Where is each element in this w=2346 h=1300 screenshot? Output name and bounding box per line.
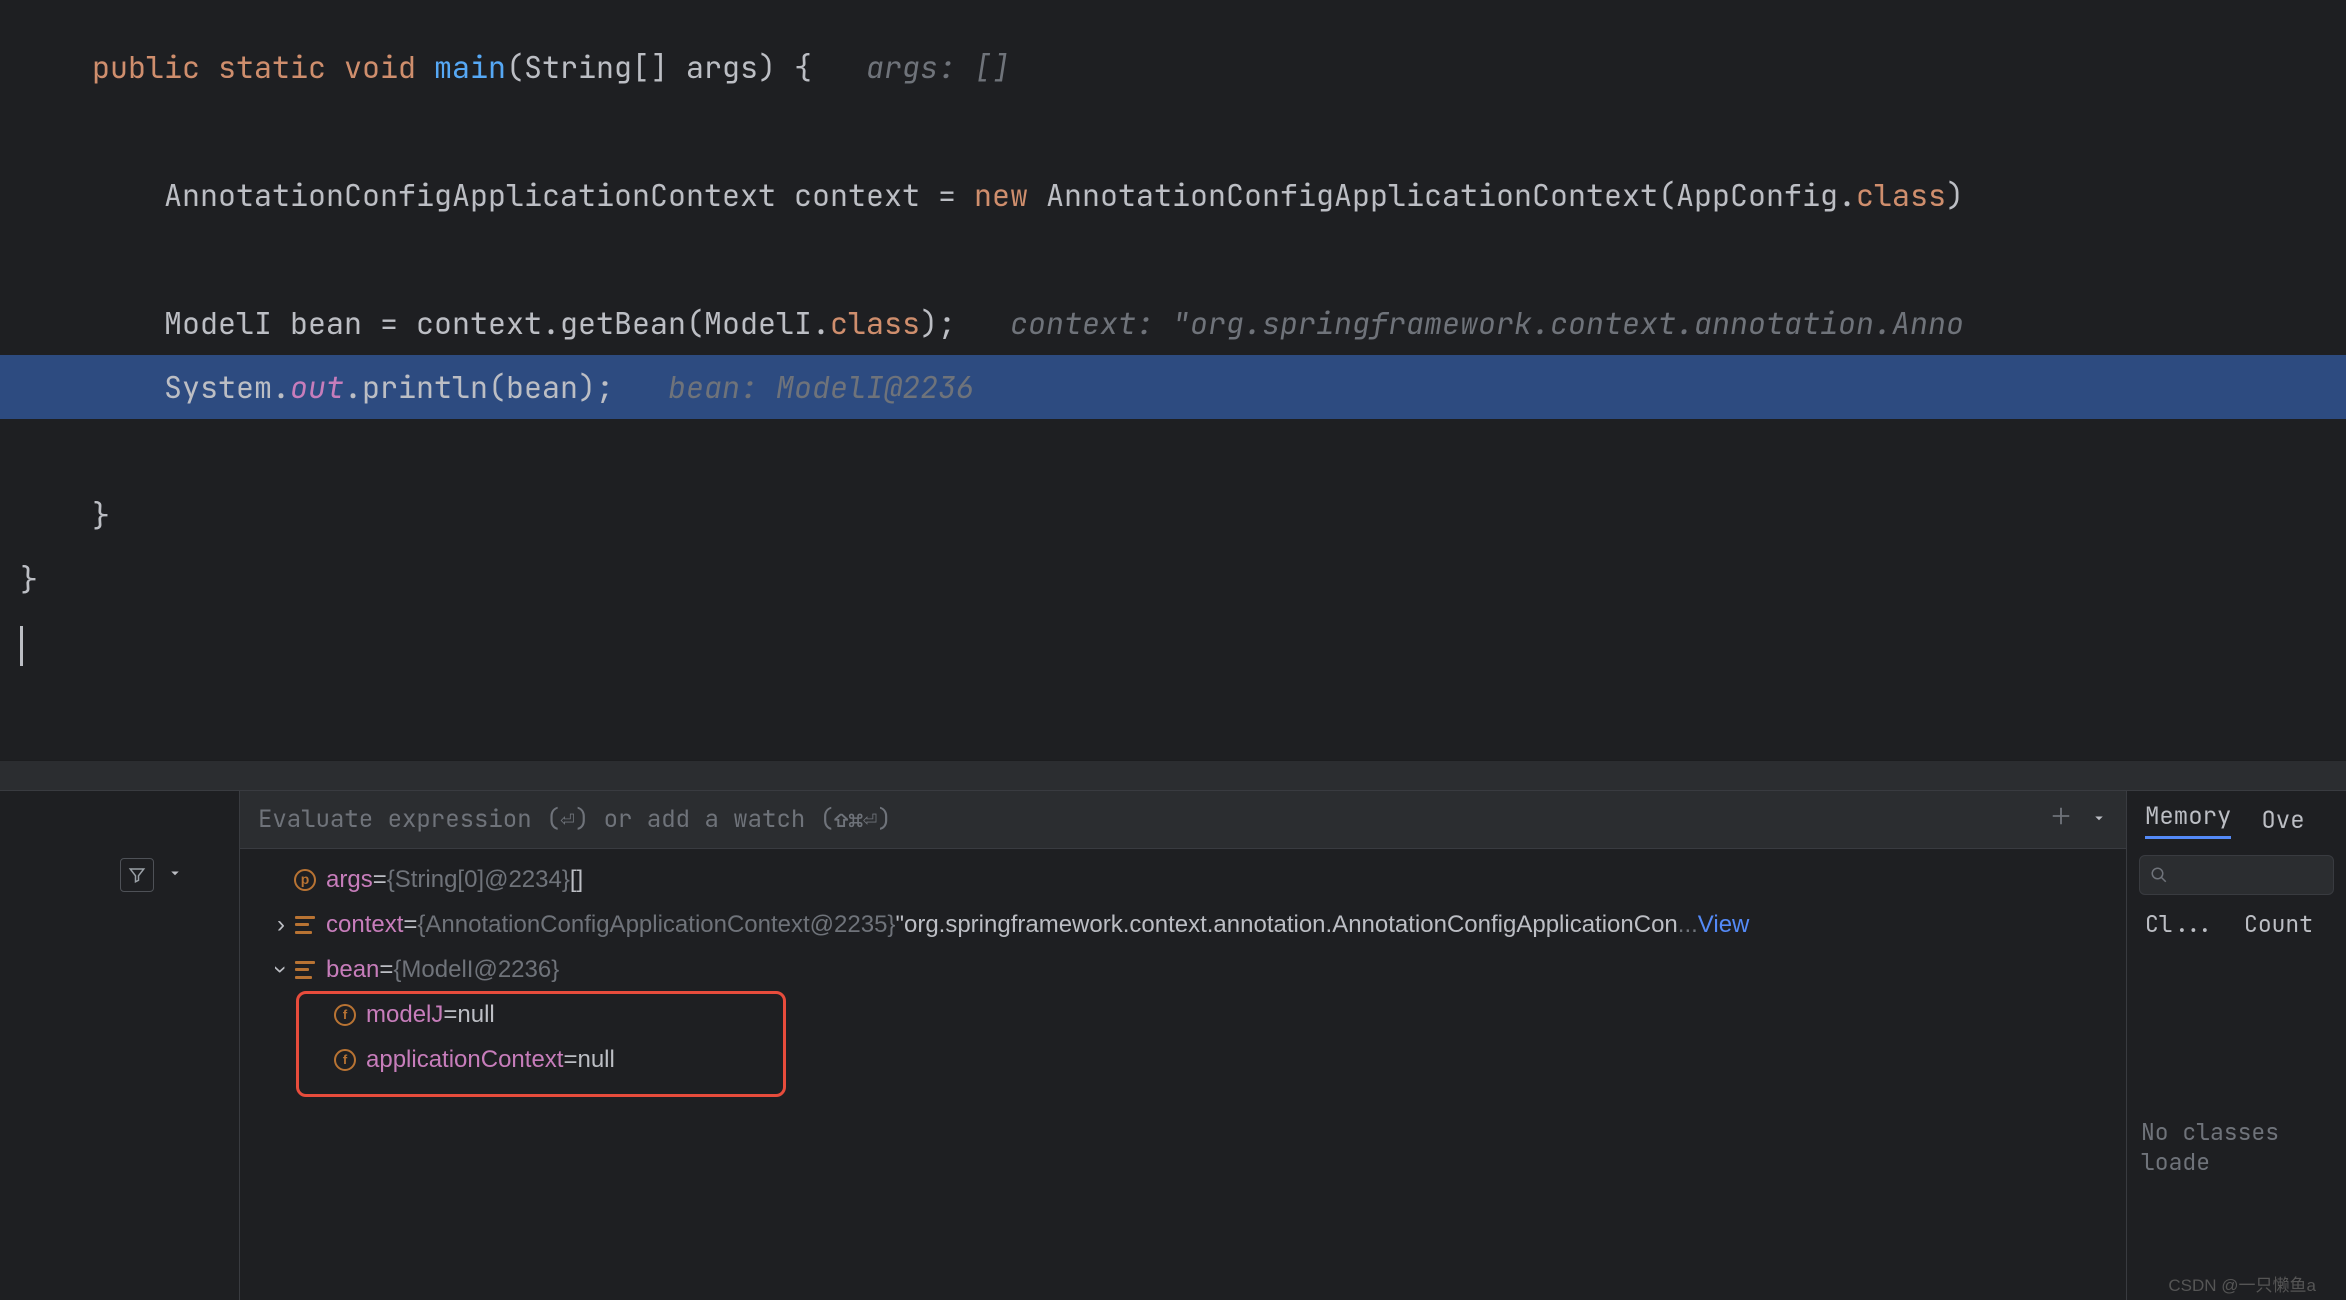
memory-table-headers: Cl... Count: [2127, 901, 2346, 947]
variable-name: args: [326, 857, 373, 902]
code-line-blank: [0, 419, 2346, 483]
variable-row-modelJ[interactable]: f modelJ = null: [240, 992, 2126, 1037]
variables-panel: Evaluate expression (⏎) or add a watch (…: [240, 791, 2126, 1300]
watch-expression-bar[interactable]: Evaluate expression (⏎) or add a watch (…: [240, 791, 2126, 849]
parameter-icon: p: [292, 867, 318, 893]
variable-name: context: [326, 902, 403, 947]
object-icon: [292, 912, 318, 938]
method-main: main: [434, 47, 506, 87]
panel-splitter[interactable]: [0, 760, 2346, 790]
variable-name: modelJ: [366, 992, 443, 1037]
add-watch-icon[interactable]: [2050, 804, 2072, 835]
code-line-close-brace: }: [0, 483, 2346, 547]
variable-row-args[interactable]: p args = {String[0]@2234} []: [240, 857, 2126, 902]
watermark: CSDN @一只懒鱼a: [2168, 1271, 2316, 1296]
variable-name: applicationContext: [366, 1037, 563, 1082]
filter-icon[interactable]: [120, 858, 154, 892]
field-icon: f: [332, 1002, 358, 1028]
text-caret: [20, 626, 23, 666]
watch-placeholder: Evaluate expression (⏎) or add a watch (…: [258, 804, 892, 835]
code-line-println-highlighted[interactable]: System.out.println(bean); bean: ModelI@2…: [0, 355, 2346, 419]
view-link[interactable]: View: [1698, 902, 1750, 947]
keyword-class: class: [830, 303, 920, 343]
keyword-class: class: [1856, 175, 1946, 215]
keyword-public: public: [92, 47, 200, 87]
code-line-caret[interactable]: [0, 611, 2346, 675]
tab-memory[interactable]: Memory: [2145, 801, 2231, 839]
keyword-void: void: [344, 47, 416, 87]
memory-tabs: Memory Ove: [2127, 791, 2346, 849]
code-line-context-new: AnnotationConfigApplicationContext conte…: [0, 163, 2346, 227]
variables-tree[interactable]: p args = {String[0]@2234} [] › context =…: [240, 849, 2126, 1090]
memory-search-input[interactable]: [2139, 855, 2334, 895]
code-line-getbean: ModelI bean = context.getBean(ModelI.cla…: [0, 291, 2346, 355]
chevron-down-icon[interactable]: [166, 864, 184, 887]
memory-col-count[interactable]: Count: [2244, 909, 2313, 939]
variable-row-context[interactable]: › context = {AnnotationConfigApplication…: [240, 902, 2126, 947]
inlay-hint-bean: bean: ModelI@2236: [668, 367, 974, 407]
variable-row-applicationContext[interactable]: f applicationContext = null: [240, 1037, 2126, 1082]
chevron-down-icon[interactable]: [2090, 804, 2108, 835]
code-line-blank: [0, 227, 2346, 291]
code-line-main: public static void main(String[] args) {…: [0, 35, 2346, 99]
code-line-blank: [0, 99, 2346, 163]
inlay-hint-context: context: "org.springframework.context.an…: [1010, 303, 1964, 343]
memory-col-class[interactable]: Cl...: [2145, 909, 2214, 939]
frames-panel[interactable]: [0, 791, 240, 1300]
field-icon: f: [332, 1047, 358, 1073]
search-icon: [2150, 866, 2168, 884]
expand-arrow-icon[interactable]: ›: [270, 902, 292, 947]
memory-panel: Memory Ove Cl... Count No classes loade: [2126, 791, 2346, 1300]
field-out: out: [290, 367, 344, 407]
tab-overhead[interactable]: Ove: [2261, 805, 2304, 836]
memory-empty-text: No classes loade: [2127, 1117, 2346, 1177]
debugger-panel: Evaluate expression (⏎) or add a watch (…: [0, 790, 2346, 1300]
variable-name: bean: [326, 947, 379, 992]
variable-row-bean[interactable]: › bean = {ModelI@2236}: [240, 947, 2126, 992]
keyword-new: new: [974, 175, 1028, 215]
collapse-arrow-icon[interactable]: ›: [259, 959, 304, 981]
keyword-static: static: [218, 47, 326, 87]
inlay-hint-args: args: []: [866, 47, 1010, 87]
code-editor[interactable]: public static void main(String[] args) {…: [0, 0, 2346, 760]
code-line-close-brace: }: [0, 547, 2346, 611]
